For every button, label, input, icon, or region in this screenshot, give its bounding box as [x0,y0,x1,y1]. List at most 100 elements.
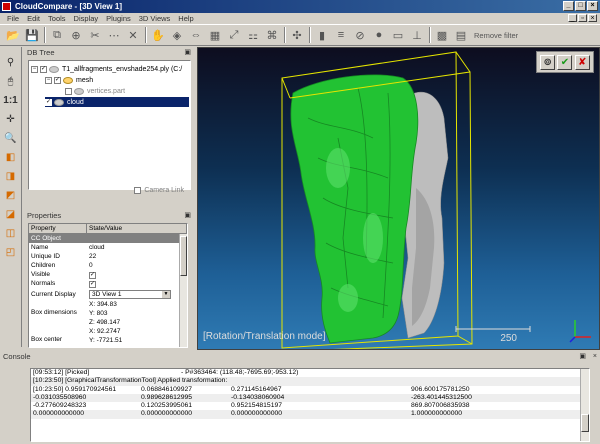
translate-rotate-icon[interactable]: ⤢ [225,26,243,44]
mdi-minimize-button[interactable]: _ [568,14,577,22]
normals-check[interactable]: ✓ [89,280,96,288]
console-title-text: Console [3,352,31,361]
visible-checkbox[interactable]: ✓ [87,271,187,279]
remove-filter-icon[interactable]: ▤ [452,26,470,44]
expand-icon[interactable]: − [31,65,38,73]
tree-item-vertices[interactable]: vertices.part [65,86,125,96]
menu-help[interactable]: Help [174,14,197,23]
cancel-cross-icon[interactable]: ✘ [574,54,590,70]
visibility-checkbox[interactable]: ✓ [45,98,52,106]
zoom-icon[interactable]: 🔍 [2,129,20,148]
view-bottom-icon[interactable]: ◰ [2,243,20,262]
menu-3d-views[interactable]: 3D Views [135,14,175,23]
log-col-4: 1.000000000000 [411,410,463,418]
apply-check-icon[interactable]: ✔ [557,54,573,70]
db-tree-view[interactable]: − ✓ T1_allfragments_envshade254.ply (C:/… [28,60,191,190]
point-cloud-render[interactable] [198,48,600,350]
scrollbar-thumb[interactable] [581,414,589,432]
tree-item-mesh[interactable]: − ✓ mesh [45,75,93,85]
plane-icon[interactable]: ▭ [389,26,407,44]
box-dim-z: Z: 498.147 [89,319,121,326]
current-display-select[interactable]: 3D View 1 ▼ [89,289,171,299]
camera-link-checkbox[interactable]: Camera Link [134,187,184,194]
align-icon[interactable]: ⚏ [244,26,262,44]
pick-point-icon[interactable]: ✋ [149,26,167,44]
expand-icon[interactable]: − [45,76,52,84]
maximize-button[interactable]: □ [575,1,586,11]
visibility-checkbox[interactable]: ✓ [40,65,47,73]
menu-display[interactable]: Display [70,14,103,23]
visible-check[interactable]: ✓ [89,271,96,279]
console-title: Console ▣ × [0,351,600,362]
menu-bar: File Edit Tools Display Plugins 3D Views… [0,13,600,24]
menu-plugins[interactable]: Plugins [102,14,135,23]
subsample-icon[interactable]: ⋯ [105,26,123,44]
pause-transform-icon[interactable]: ⊚ [540,54,556,70]
float-panel-icon[interactable]: ▣ [184,210,191,221]
console-scrollbar[interactable] [580,369,589,441]
distance-icon[interactable]: ⇔ [187,26,205,44]
float-panel-icon[interactable]: ▣ [184,47,191,58]
remove-filter-label[interactable]: Remove filter [474,31,518,40]
toolbar-separator [44,27,46,43]
scrollbar-thumb[interactable] [180,236,187,276]
pick-rotation-center-icon[interactable]: ⚲ [2,53,20,72]
zoom-fit-icon[interactable]: 1:1 [2,91,20,110]
close-button[interactable]: × [587,1,598,11]
visibility-checkbox[interactable]: ✓ [54,76,61,84]
normals-checkbox[interactable]: ✓ [87,280,187,288]
cross-section-icon[interactable]: ✣ [288,26,306,44]
open-icon[interactable]: 📂 [4,26,22,44]
tree-item-cloud[interactable]: ✓ cloud [45,97,189,107]
box-dim-y: Y: 803 [89,310,108,317]
3d-view[interactable]: [Rotation/Translation mode] 250 ⊚ ✔ ✘ [197,47,600,350]
register-icon[interactable]: ⌘ [263,26,281,44]
mdi-close-button[interactable]: × [588,14,597,22]
properties-scrollbar[interactable] [179,234,187,347]
tree-item-label: cloud [67,98,84,106]
tree-item-file[interactable]: − ✓ T1_allfragments_envshade254.ply (C:/ [31,64,182,74]
col-header-property[interactable]: Property [29,224,87,233]
view-left-icon[interactable]: ◩ [2,186,20,205]
toolbar-separator [309,27,311,43]
minimize-button[interactable]: _ [563,1,574,11]
properties-table[interactable]: Property State/Value CC Object Name cloud… [28,223,188,348]
prop-section-header: CC Object [29,234,187,243]
view-front-icon[interactable]: ◨ [2,167,20,186]
view-top-icon[interactable]: ◧ [2,148,20,167]
clone-icon[interactable]: ⧉ [48,26,66,44]
toolbar-separator [284,27,286,43]
toolbar-separator [145,27,147,43]
chevron-down-icon[interactable]: ▼ [162,290,170,298]
save-icon[interactable]: 💾 [23,26,41,44]
menu-file[interactable]: File [3,14,23,23]
gradient-icon[interactable]: ≡ [332,26,350,44]
close-panel-icon[interactable]: × [593,351,597,362]
merge-icon[interactable]: ⊕ [67,26,85,44]
menu-tools[interactable]: Tools [44,14,70,23]
delete-icon[interactable]: ✕ [124,26,142,44]
menu-edit[interactable]: Edit [23,14,44,23]
mouse-mode-icon[interactable]: 🖰 [2,72,20,91]
prop-key: Current Display [31,290,76,298]
mdi-restore-button[interactable]: ▫ [578,14,587,22]
histogram-icon[interactable]: ▮ [313,26,331,44]
center-icon[interactable]: ✛ [2,110,20,129]
level-icon[interactable]: ⊥ [408,26,426,44]
scalar-field-icon[interactable]: ▩ [433,26,451,44]
octree-icon[interactable]: ▦ [206,26,224,44]
segment-icon[interactable]: ✂ [86,26,104,44]
visibility-checkbox[interactable] [65,87,72,95]
view-right-icon[interactable]: ◫ [2,224,20,243]
sample-mesh-icon[interactable]: ◈ [168,26,186,44]
sphere-icon[interactable]: ● [370,26,388,44]
prop-value[interactable]: cloud [87,244,187,251]
filter-icon[interactable]: ⊘ [351,26,369,44]
log-col-1: -0.031035508960 [33,393,87,401]
camera-link-box[interactable] [134,187,142,194]
log-col-3: 0.271145164967 [231,385,282,393]
col-header-value[interactable]: State/Value [87,224,187,233]
view-back-icon[interactable]: ◪ [2,205,20,224]
float-panel-icon[interactable]: ▣ [579,351,586,362]
console-log[interactable]: [09:53:12] [Picked] - P#363464: (118.48;… [30,368,590,442]
